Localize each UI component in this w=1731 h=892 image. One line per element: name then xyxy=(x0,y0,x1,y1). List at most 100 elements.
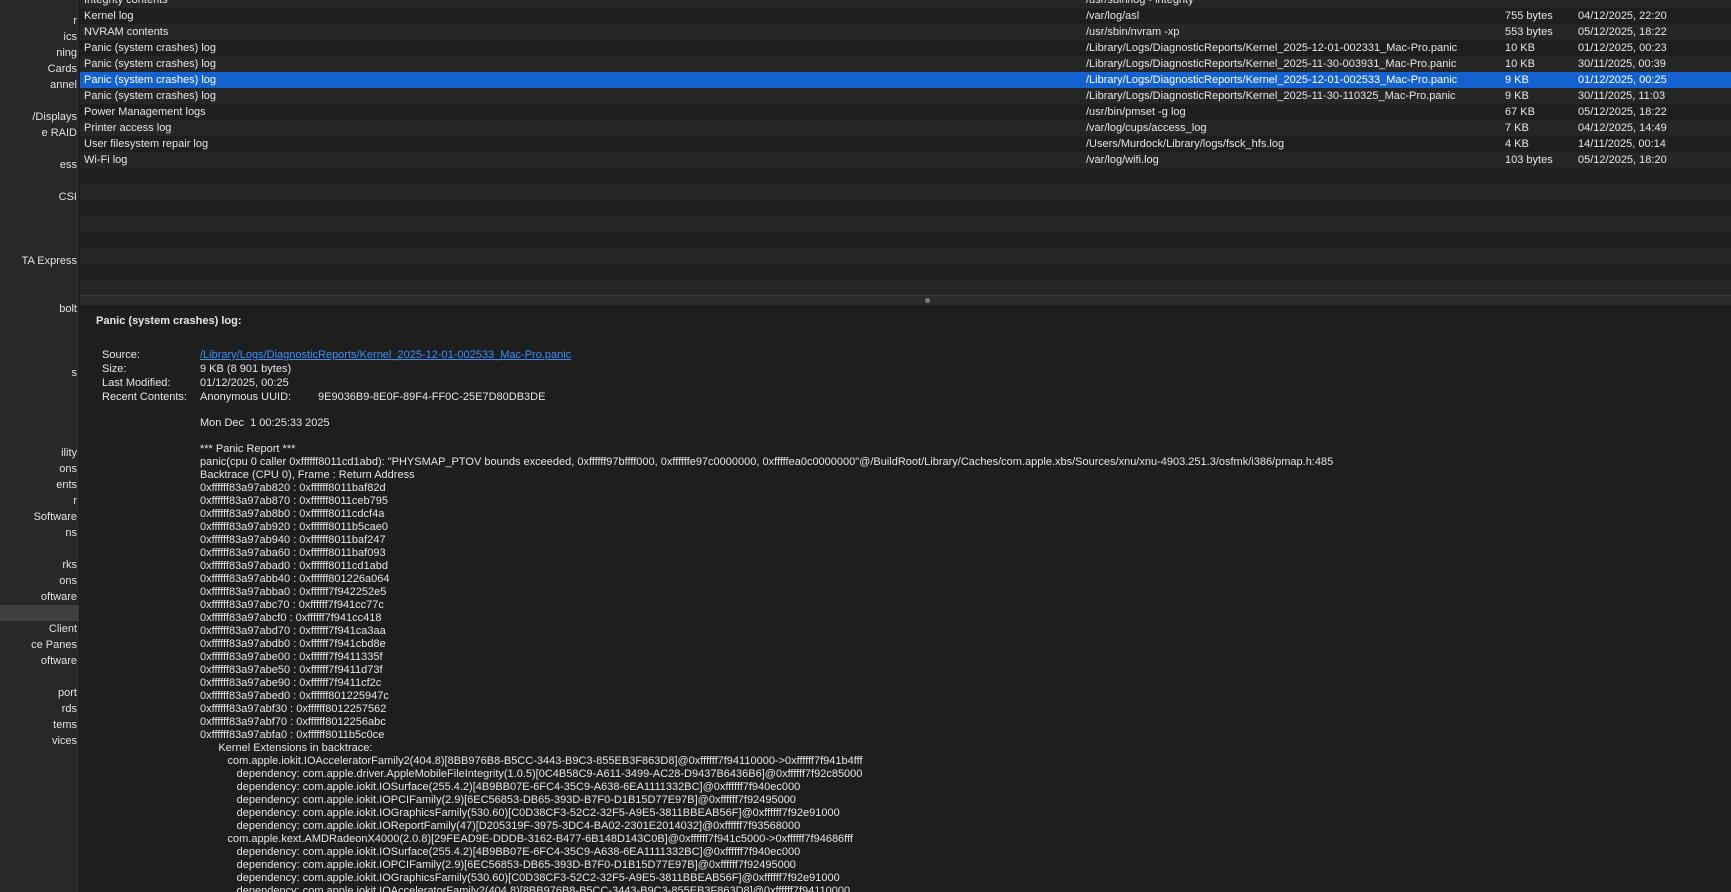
sidebar-item-label: ons xyxy=(59,575,77,587)
sidebar-item[interactable]: bolt xyxy=(0,301,79,317)
table-row[interactable] xyxy=(80,184,1731,200)
sidebar-item-label: oftware xyxy=(40,591,77,603)
sidebar-item[interactable]: ning xyxy=(0,45,79,61)
table-row[interactable]: Power Management logs/usr/bin/pmset -g l… xyxy=(80,104,1731,120)
table-row[interactable]: Kernel log/var/log/asl 755 bytes 04/12/202… xyxy=(80,8,1731,24)
log-line: panic(cpu 0 caller 0xffffff8011cd1abd): … xyxy=(200,456,1334,468)
log-line: 0xffffff83a97abdb0 : 0xffffff7f941cbd8e xyxy=(200,638,386,650)
log-name-cell: Panic (system crashes) log xyxy=(84,74,217,86)
sidebar-item-label: Client xyxy=(48,623,77,635)
sidebar-item-label: s xyxy=(71,367,78,379)
log-detail-pane: Panic (system crashes) log: Source: /Lib… xyxy=(80,305,1731,892)
sidebar-item[interactable]: TA Express xyxy=(0,253,79,269)
table-row[interactable]: Panic (system crashes) log/Library/Logs/… xyxy=(80,40,1731,56)
log-path-cell: /Library/Logs/DiagnosticReports/Kernel_2… xyxy=(1086,90,1456,102)
log-table[interactable]: Integrity contents/usr/sbin/log - integr… xyxy=(80,0,1731,295)
log-line: 0xffffff83a97abf30 : 0xffffff8012257562 xyxy=(200,703,387,715)
table-row[interactable] xyxy=(80,280,1731,295)
log-path-cell: /Library/Logs/DiagnosticReports/Kernel_2… xyxy=(1086,42,1458,54)
log-path-cell: /Library/Logs/DiagnosticReports/Kernel_2… xyxy=(1086,74,1458,86)
sidebar-item[interactable]: rks xyxy=(0,557,79,573)
log-date-cell: 04/12/2025, 14:49 xyxy=(1578,122,1667,134)
table-row[interactable]: User filesystem repair log/Users/Murdock… xyxy=(80,136,1731,152)
log-line: 0xffffff83a97ab920 : 0xffffff8011b5cae0 xyxy=(200,521,389,533)
sidebar-item[interactable] xyxy=(0,605,79,621)
log-path-cell: /Users/Murdock/Library/logs/fsck_hfs.log xyxy=(1086,138,1285,150)
sidebar-item[interactable]: oftware xyxy=(0,653,79,669)
sidebar-item[interactable]: CSI xyxy=(0,189,79,205)
log-date-cell: 30/11/2025, 11:03 xyxy=(1578,90,1666,102)
table-row[interactable]: Wi-Fi log/var/log/wifi.log 103 bytes 05/12… xyxy=(80,152,1731,168)
last-modified-label: Last Modified: xyxy=(102,377,171,389)
log-date-cell: 01/12/2025, 00:25 xyxy=(1578,74,1667,86)
table-row[interactable]: NVRAM contents/usr/sbin/nvram -xp 553 byt… xyxy=(80,24,1731,40)
sidebar-item[interactable]: ons xyxy=(0,461,79,477)
sidebar-item-label: CSI xyxy=(58,191,77,203)
sidebar-item[interactable]: vices xyxy=(0,733,79,749)
sidebar-item[interactable]: Software xyxy=(0,509,79,525)
sidebar-item[interactable]: ics xyxy=(0,29,79,45)
sidebar-item-label: TA Express xyxy=(21,255,77,267)
sidebar-item[interactable]: Cards xyxy=(0,61,79,77)
sidebar-item[interactable]: r xyxy=(0,13,79,29)
sidebar-item[interactable]: s xyxy=(0,365,79,381)
log-line: 0xffffff83a97ab940 : 0xffffff8011baf247 xyxy=(200,534,386,546)
sidebar-item[interactable]: rds xyxy=(0,701,79,717)
log-line: 0xffffff83a97abad0 : 0xffffff8011cd1abd xyxy=(200,560,389,572)
table-row[interactable]: Panic (system crashes) log/Library/Logs/… xyxy=(80,56,1731,72)
sidebar-item-label: rks xyxy=(62,559,77,571)
sidebar-item[interactable]: /Displays xyxy=(0,109,79,125)
log-line: 0xffffff83a97abba0 : 0xffffff7f942252e5 xyxy=(200,586,387,598)
log-line: 0xffffff83a97abf70 : 0xffffff8012256abc xyxy=(200,716,386,728)
log-size-cell: 103 bytes xyxy=(1505,154,1553,166)
sidebar-item-label: r xyxy=(73,15,77,27)
table-row[interactable] xyxy=(80,248,1731,264)
sidebar-item-label: rds xyxy=(61,703,77,715)
table-row[interactable] xyxy=(80,200,1731,216)
sidebar-item[interactable]: tems xyxy=(0,717,79,733)
size-label: Size: xyxy=(102,363,127,375)
sidebar-item[interactable]: annel xyxy=(0,77,79,93)
sidebar-item[interactable]: port xyxy=(0,685,79,701)
sidebar-item-label: oftware xyxy=(40,655,77,667)
table-row[interactable]: Panic (system crashes) log/Library/Logs/… xyxy=(80,72,1731,88)
divider-handle-icon[interactable] xyxy=(925,298,930,303)
table-row[interactable] xyxy=(80,232,1731,248)
table-row[interactable]: Panic (system crashes) log/Library/Logs/… xyxy=(80,88,1731,104)
sidebar-item[interactable]: ents xyxy=(0,477,79,493)
sidebar-item[interactable]: Client xyxy=(0,621,79,637)
log-date-cell: 30/11/2025, 00:39 xyxy=(1578,58,1666,70)
log-size-cell: 4 KB xyxy=(1505,138,1529,150)
sidebar-item[interactable]: ce Panes xyxy=(0,637,79,653)
log-line: 0xffffff83a97ab820 : 0xffffff8011baf82d xyxy=(200,482,386,494)
log-line: 0xffffff83a97abcf0 : 0xffffff7f941cc418 xyxy=(200,612,382,624)
log-line: 0xffffff83a97abfa0 : 0xffffff8011b5c0ce xyxy=(200,729,385,741)
log-line: Backtrace (CPU 0), Frame : Return Addres… xyxy=(200,469,415,481)
log-line: 0xffffff83a97abe90 : 0xffffff7f9411cf2c xyxy=(200,677,382,689)
log-line: dependency: com.apple.driver.AppleMobile… xyxy=(200,768,863,780)
log-line: 0xffffff83a97abe00 : 0xffffff7f9411335f xyxy=(200,651,383,663)
log-name-cell: Printer access log xyxy=(84,122,172,134)
source-link[interactable]: /Library/Logs/DiagnosticReports/Kernel_2… xyxy=(200,349,571,361)
sidebar-item[interactable]: ons xyxy=(0,573,79,589)
table-row[interactable]: Integrity contents/usr/sbin/log - integr… xyxy=(80,0,1731,8)
table-row[interactable] xyxy=(80,168,1731,184)
sidebar-item[interactable]: ns xyxy=(0,525,79,541)
table-row[interactable] xyxy=(80,216,1731,232)
sidebar-item[interactable]: ess xyxy=(0,157,79,173)
log-line: Mon Dec 1 00:25:33 2025 xyxy=(200,417,330,429)
table-row[interactable]: Printer access log/var/log/cups/access_l… xyxy=(80,120,1731,136)
log-line: dependency: com.apple.iokit.IOSurface(25… xyxy=(200,846,801,858)
sidebar-item-label: /Displays xyxy=(32,111,77,123)
sidebar-item-label: ess xyxy=(59,159,77,171)
log-path-cell: /usr/bin/pmset -g log xyxy=(1086,106,1186,118)
sidebar-item[interactable]: oftware xyxy=(0,589,79,605)
sidebar-item[interactable]: e RAID xyxy=(0,125,79,141)
log-path-cell: /var/log/cups/access_log xyxy=(1086,122,1207,134)
log-date-cell: 04/12/2025, 22:20 xyxy=(1578,10,1667,22)
sidebar-item[interactable]: r xyxy=(0,493,79,509)
table-row[interactable] xyxy=(80,264,1731,280)
log-line: dependency: com.apple.iokit.IOSurface(25… xyxy=(200,781,801,793)
sidebar-item[interactable]: ility xyxy=(0,445,79,461)
log-path-cell: /usr/sbin/nvram -xp xyxy=(1086,26,1180,38)
